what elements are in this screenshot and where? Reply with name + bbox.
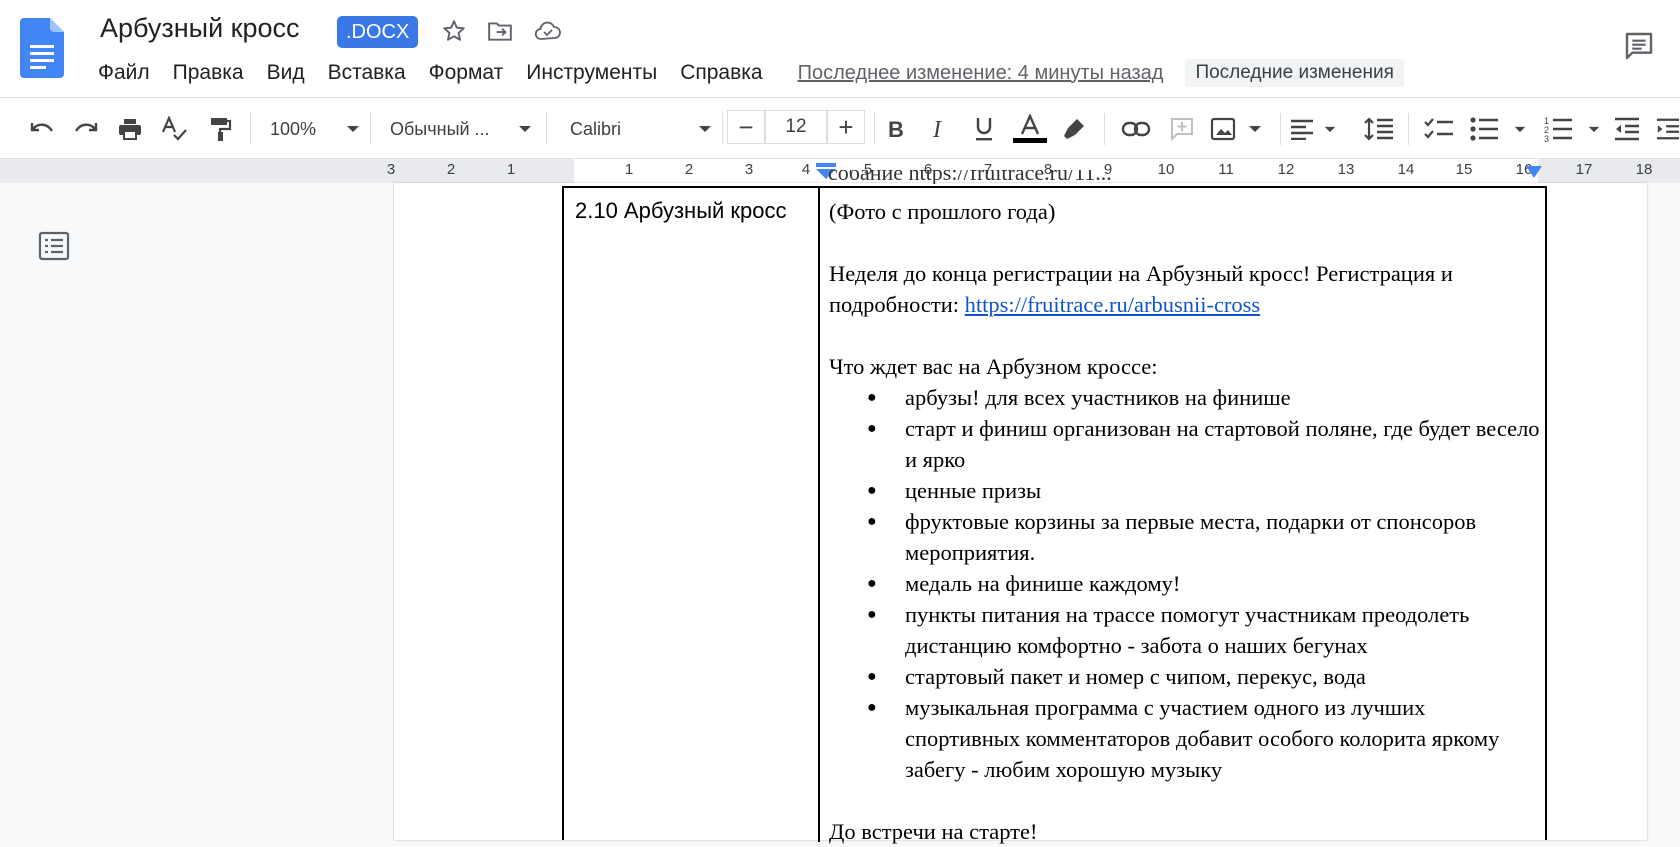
menu-file[interactable]: Файл <box>98 61 150 85</box>
paint-format-icon[interactable] <box>204 114 236 144</box>
ruler-label: 1 <box>624 161 634 178</box>
toolbar-separator <box>1280 113 1281 145</box>
toolbar-separator <box>1408 113 1409 145</box>
table-column-divider <box>818 188 820 842</box>
italic-icon[interactable]: I <box>924 114 956 144</box>
increase-font-size-button[interactable]: + <box>827 110 865 144</box>
highlight-color-icon[interactable] <box>1058 114 1090 144</box>
recent-changes-button[interactable]: Последние изменения <box>1185 59 1404 87</box>
list-item: пункты питания на трассе помогут участни… <box>829 599 1541 661</box>
bold-icon[interactable]: B <box>880 114 912 144</box>
last-edit-link[interactable]: Последнее изменение: 4 минуты назад <box>798 62 1164 85</box>
svg-text:3: 3 <box>1544 134 1549 142</box>
undo-icon[interactable] <box>26 114 58 144</box>
docs-logo-icon[interactable] <box>20 18 64 78</box>
chevron-down-icon <box>346 125 360 133</box>
redo-icon[interactable] <box>70 114 102 144</box>
list-item: стартовый пакет и номер с чипом, перекус… <box>829 661 1541 692</box>
list-item: музыкальная программа с участием одного … <box>829 692 1541 785</box>
chevron-down-icon <box>518 125 532 133</box>
ruler-label: 3 <box>386 161 396 178</box>
menu-help[interactable]: Справка <box>680 61 762 85</box>
document-table[interactable]: 2.10 Арбузный кросс (Фото с прошлого год… <box>562 186 1547 844</box>
chevron-down-icon <box>698 125 712 133</box>
cloud-saved-icon[interactable] <box>533 16 563 46</box>
font-value: Calibri <box>570 118 622 139</box>
paragraph-style-select[interactable]: Обычный ... <box>390 114 532 144</box>
insert-image-icon[interactable] <box>1210 114 1262 144</box>
svg-text:I: I <box>932 118 942 140</box>
photo-note: (Фото с прошлого года) <box>829 199 1056 224</box>
link-icon[interactable] <box>1120 114 1152 144</box>
paragraph-style-value: Обычный ... <box>390 118 490 139</box>
font-select[interactable]: Calibri <box>570 114 712 144</box>
registration-link[interactable]: https://fruitrace.ru/arbusnii-cross <box>965 292 1261 317</box>
increase-indent-icon[interactable] <box>1656 114 1680 144</box>
ruler-label: 13 <box>1337 161 1355 178</box>
toolbar-separator <box>546 113 547 145</box>
ruler-label: 2 <box>684 161 694 178</box>
list-heading: Что ждет вас на Арбузном кроссе: <box>829 354 1158 379</box>
line-spacing-icon[interactable] <box>1362 114 1396 144</box>
features-list: арбузы! для всех участников на финише ст… <box>829 382 1541 785</box>
previous-row-fragment: собание https://fruitrace.ru/11... <box>828 170 1112 184</box>
menu-edit[interactable]: Правка <box>173 61 244 85</box>
closing-line: До встречи на старте! <box>829 819 1038 844</box>
spellcheck-icon[interactable] <box>158 114 190 144</box>
ruler-label: 1 <box>506 161 516 178</box>
list-item: арбузы! для всех участников на финише <box>829 382 1541 413</box>
add-comment-icon[interactable] <box>1166 114 1198 144</box>
app-header: Арбузный кросс .DOCX Файл Правка Вид Вст… <box>0 0 1680 97</box>
list-item: ценные призы <box>829 475 1541 506</box>
toolbar-separator <box>1104 113 1105 145</box>
move-to-folder-icon[interactable] <box>485 16 515 46</box>
underline-icon[interactable] <box>968 114 1000 144</box>
text-color-icon[interactable] <box>1012 114 1048 144</box>
toolbar-separator <box>370 113 371 145</box>
ruler-label: 2 <box>446 161 456 178</box>
toolbar: 100% Обычный ... Calibri − 12 + B I 1 2 … <box>0 97 1680 159</box>
zoom-value: 100% <box>270 118 317 139</box>
registration-paragraph: Неделя до конца регистрации на Арбузный … <box>829 258 1541 320</box>
menu-insert[interactable]: Вставка <box>328 61 406 85</box>
print-icon[interactable] <box>114 114 146 144</box>
font-size-input[interactable]: 12 <box>765 110 827 144</box>
list-item: фруктовые корзины за первые места, подар… <box>829 506 1541 568</box>
content-cell[interactable]: (Фото с прошлого года) Неделя до конца р… <box>829 196 1541 847</box>
ruler-label: 15 <box>1455 161 1473 178</box>
comments-icon[interactable] <box>1621 28 1657 64</box>
toolbar-separator <box>250 113 251 145</box>
ruler-label: 18 <box>1635 161 1653 178</box>
align-icon[interactable] <box>1290 114 1336 144</box>
ruler-label: 14 <box>1397 161 1415 178</box>
toolbar-separator <box>874 113 875 145</box>
decrease-font-size-button[interactable]: − <box>727 110 765 144</box>
star-icon[interactable] <box>439 16 469 46</box>
bulleted-list-icon[interactable] <box>1470 114 1526 144</box>
decrease-indent-icon[interactable] <box>1612 114 1642 144</box>
menu-bar: Файл Правка Вид Вставка Формат Инструмен… <box>98 58 1404 88</box>
section-label-cell[interactable]: 2.10 Арбузный кросс <box>575 196 787 226</box>
numbered-list-icon[interactable]: 123 <box>1544 114 1600 144</box>
docx-format-badge[interactable]: .DOCX <box>337 16 419 48</box>
toolbar-separator <box>722 113 723 145</box>
zoom-select[interactable]: 100% <box>270 114 360 144</box>
right-indent-marker-icon[interactable] <box>1526 165 1542 183</box>
ruler-label: 3 <box>744 161 754 178</box>
svg-text:B: B <box>888 118 904 140</box>
ruler-label: 17 <box>1575 161 1593 178</box>
menu-view[interactable]: Вид <box>267 61 305 85</box>
list-item: старт и финиш организован на стартовой п… <box>829 413 1541 475</box>
menu-tools[interactable]: Инструменты <box>526 61 657 85</box>
checklist-icon[interactable] <box>1422 114 1456 144</box>
document-title[interactable]: Арбузный кросс <box>100 13 300 44</box>
list-item: медаль на финише каждому! <box>829 568 1541 599</box>
menu-format[interactable]: Формат <box>429 61 504 85</box>
document-outline-icon[interactable] <box>37 229 71 263</box>
ruler-label: 4 <box>801 161 811 178</box>
